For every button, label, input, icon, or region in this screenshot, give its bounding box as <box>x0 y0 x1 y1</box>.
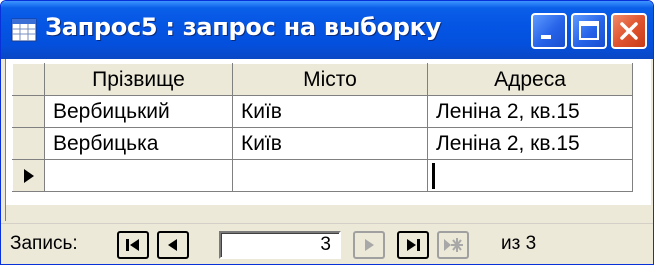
minimize-icon <box>541 35 551 39</box>
cell-surname[interactable]: Вербицька <box>44 127 233 160</box>
cell-city[interactable]: Київ <box>232 127 428 160</box>
new-cell-address[interactable] <box>427 159 633 192</box>
first-record-icon <box>126 239 139 251</box>
current-record-field[interactable]: 3 <box>219 231 341 259</box>
query-datasheet-icon <box>11 18 37 42</box>
row-selector[interactable] <box>12 127 45 160</box>
table-row: Вербицька Київ Леніна 2, кв.15 <box>12 127 633 160</box>
new-cell-surname[interactable] <box>44 159 233 192</box>
cell-surname[interactable]: Вербицький <box>44 95 233 128</box>
new-record-row <box>12 159 633 192</box>
current-record-pointer-icon <box>24 169 34 183</box>
previous-record-icon <box>168 239 177 251</box>
text-caret <box>432 162 435 189</box>
header-row: Прізвище Місто Адреса <box>12 63 633 96</box>
window-title: Запрос5 : запрос на выборку <box>45 13 441 41</box>
maximize-icon <box>579 21 599 40</box>
record-count-text: из 3 <box>501 233 537 254</box>
last-record-button[interactable] <box>397 231 429 259</box>
table-row: Вербицький Київ Леніна 2, кв.15 <box>12 95 633 128</box>
maximize-button[interactable] <box>571 13 607 49</box>
select-all-corner[interactable] <box>12 63 45 96</box>
row-selector-current[interactable] <box>12 159 45 192</box>
record-label: Запись: <box>10 233 78 254</box>
cell-address[interactable]: Леніна 2, кв.15 <box>427 127 633 160</box>
close-button[interactable] <box>611 13 647 49</box>
previous-record-button[interactable] <box>157 231 189 259</box>
cell-address[interactable]: Леніна 2, кв.15 <box>427 95 633 128</box>
record-navigation-bar: Запись: 3 из 3 <box>1 223 653 264</box>
title-bar[interactable]: Запрос5 : запрос на выборку <box>1 1 653 59</box>
minimize-button[interactable] <box>531 13 567 49</box>
next-record-icon <box>365 239 374 251</box>
row-selector[interactable] <box>12 95 45 128</box>
new-record-button[interactable] <box>437 231 469 259</box>
first-record-button[interactable] <box>117 231 149 259</box>
close-icon <box>620 22 638 40</box>
grid-empty-area <box>6 205 652 221</box>
datasheet-grid: Прізвище Місто Адреса Вербицький Київ Ле… <box>5 59 652 221</box>
new-record-icon <box>444 238 463 252</box>
last-record-icon <box>407 239 420 251</box>
cell-city[interactable]: Київ <box>232 95 428 128</box>
column-header-address[interactable]: Адреса <box>427 63 633 96</box>
datasheet-table: Прізвище Місто Адреса Вербицький Київ Ле… <box>12 63 633 192</box>
new-cell-city[interactable] <box>232 159 428 192</box>
next-record-button[interactable] <box>353 231 385 259</box>
query-window: Запрос5 : запрос на выборку Прізвище Міс… <box>0 0 654 265</box>
column-header-surname[interactable]: Прізвище <box>44 63 233 96</box>
column-header-city[interactable]: Місто <box>232 63 428 96</box>
